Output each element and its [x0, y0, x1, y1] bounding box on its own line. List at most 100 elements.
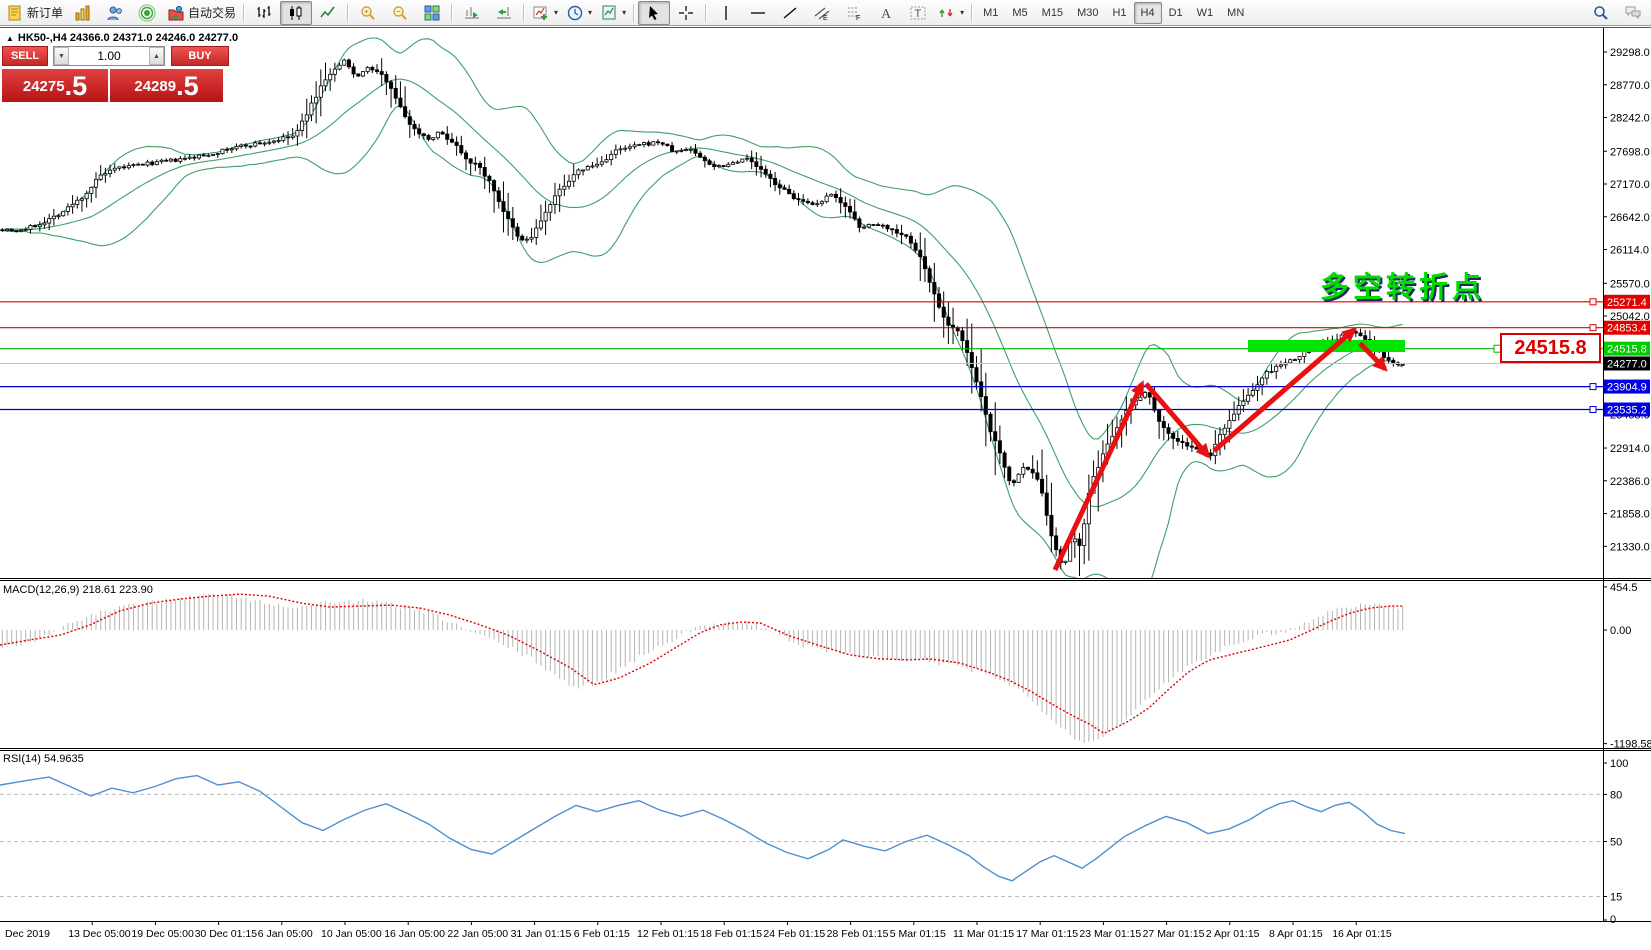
svg-text:25570.0: 25570.0: [1610, 278, 1650, 290]
search-icon: [1594, 5, 1608, 20]
trade-prices-row: 24275.5 24289.5: [2, 69, 230, 102]
svg-text:26642.0: 26642.0: [1610, 212, 1650, 224]
vline-button[interactable]: [710, 1, 742, 25]
search-button[interactable]: [1585, 1, 1617, 25]
time-axis[interactable]: Dec 2019 13 Dec 05:00 19 Dec 05:00 30 Dec 0…: [5, 922, 1392, 940]
buy-button[interactable]: BUY: [171, 46, 229, 66]
svg-text:6 Feb 01:15: 6 Feb 01:15: [574, 928, 630, 940]
new-order-button-label: 新订单: [27, 6, 64, 20]
bar-chart-icon: [257, 5, 271, 18]
candlestick-icon: [290, 5, 302, 20]
toolbar-separator: [451, 3, 454, 22]
trendline-icon: [783, 7, 797, 18]
label-button[interactable]: T: [902, 1, 934, 25]
svg-text:24277.0: 24277.0: [1607, 358, 1647, 370]
zoom-out-button[interactable]: [384, 1, 416, 25]
timeframe-button-mn[interactable]: MN: [1220, 2, 1251, 24]
crosshair-icon: [679, 5, 694, 20]
svg-text:6 Jan 05:00: 6 Jan 05:00: [258, 928, 313, 940]
sell-button[interactable]: SELL: [2, 46, 48, 66]
candles-layer: [0, 37, 1405, 578]
bar-chart-button[interactable]: [248, 1, 280, 25]
charts-button[interactable]: [67, 1, 99, 25]
trade-buttons-row: SELL ▼ 1.00 ▲ BUY: [2, 46, 230, 66]
cursor-icon: [649, 5, 659, 20]
line-chart-button[interactable]: [312, 1, 344, 25]
profiles-button[interactable]: [99, 1, 131, 25]
timeframe-button-m30[interactable]: M30: [1070, 2, 1105, 24]
svg-text:100: 100: [1610, 758, 1628, 770]
chart-shift-button[interactable]: [488, 1, 520, 25]
zoom-in-button[interactable]: [352, 1, 384, 25]
svg-text:-1198.58: -1198.58: [1610, 739, 1651, 751]
crosshair-button[interactable]: [670, 1, 702, 25]
svg-text:23904.9: 23904.9: [1607, 382, 1647, 394]
volume-down-icon[interactable]: ▼: [54, 47, 69, 65]
green-zone-rect[interactable]: [1248, 340, 1405, 352]
price-axis[interactable]: 29298.0 28770.0 28242.0 27698.0 27170.0 26642…: [1603, 47, 1650, 553]
svg-text:A: A: [881, 7, 892, 22]
price-callout-box[interactable]: 24515.8: [1500, 333, 1601, 363]
arrows-button[interactable]: ▾: [934, 1, 968, 25]
candlestick-button[interactable]: [280, 0, 313, 25]
horizontal-lines-layer[interactable]: [0, 298, 1603, 413]
sell-price-big: .5: [64, 71, 88, 101]
autotrading-icon: [168, 5, 184, 20]
text-icon: A: [881, 7, 892, 22]
tile-windows-button[interactable]: [416, 1, 448, 25]
timeframe-button-m15[interactable]: M15: [1035, 2, 1070, 24]
sell-price-panel[interactable]: 24275.5: [2, 69, 110, 102]
svg-text:8 Apr 01:15: 8 Apr 01:15: [1269, 928, 1323, 940]
new-order-icon: [8, 5, 21, 20]
svg-text:2 Apr 01:15: 2 Apr 01:15: [1206, 928, 1260, 940]
autotrading-button[interactable]: 自动交易: [163, 1, 240, 25]
symbol-header: ▲ HK50-,H4 24366.0 24371.0 24246.0 24277…: [6, 32, 238, 44]
trendline-button[interactable]: [774, 1, 806, 25]
chart-shift-icon: [497, 6, 512, 19]
timeframe-button-d1[interactable]: D1: [1162, 2, 1190, 24]
templates-button[interactable]: ▾: [596, 1, 630, 25]
buy-price-panel[interactable]: 24289.5: [110, 69, 223, 102]
svg-text:16 Apr 01:15: 16 Apr 01:15: [1332, 928, 1392, 940]
timeframe-button-m5[interactable]: M5: [1005, 2, 1034, 24]
timeframe-button-h1[interactable]: H1: [1105, 2, 1133, 24]
timeframe-button-m1[interactable]: M1: [976, 2, 1005, 24]
auto-scroll-button[interactable]: [456, 1, 488, 25]
cursor-button[interactable]: [638, 0, 671, 25]
indicators-icon: [533, 6, 548, 20]
text-button[interactable]: A: [870, 1, 902, 25]
timeframe-button-w1[interactable]: W1: [1190, 2, 1221, 24]
svg-text:80: 80: [1610, 789, 1622, 801]
svg-text:13 Dec 05:00: 13 Dec 05:00: [68, 928, 131, 940]
svg-text:11 Mar 01:15: 11 Mar 01:15: [953, 928, 1014, 940]
svg-text:24515.8: 24515.8: [1607, 344, 1647, 356]
svg-text:0: 0: [1610, 914, 1616, 926]
periods-button[interactable]: ▾: [562, 1, 596, 25]
hline-button[interactable]: [742, 1, 774, 25]
volume-stepper[interactable]: ▼ 1.00 ▲: [53, 46, 165, 66]
volume-up-icon[interactable]: ▲: [149, 47, 164, 65]
auto-scroll-icon: [465, 6, 480, 19]
templates-icon: [602, 5, 616, 19]
timeframe-button-h4[interactable]: H4: [1133, 1, 1162, 24]
symbol-ohlc-text: HK50-,H4 24366.0 24371.0 24246.0 24277.0: [17, 32, 239, 44]
chat-icon: [1625, 6, 1641, 19]
chevron-down-icon: ▾: [588, 8, 593, 17]
chat-button[interactable]: [1617, 1, 1649, 25]
toolbar-separator: [347, 3, 350, 22]
svg-text:F: F: [856, 15, 860, 22]
mt4-window: 新订单 自动交易 ▾ ▾ ▾ E F A T ▾ M1 M5 M15 M30 H1 H4 D1 W1 MN 2929…: [0, 0, 1651, 950]
svg-text:31 Jan 01:15: 31 Jan 01:15: [511, 928, 572, 940]
svg-text:27698.0: 27698.0: [1610, 146, 1650, 158]
fibonacci-button[interactable]: F: [838, 1, 870, 25]
toolbar-separator: [633, 3, 636, 22]
autotrading-button-label: 自动交易: [188, 6, 237, 20]
indicators-button[interactable]: ▾: [528, 1, 562, 25]
svg-text:23 Mar 01:15: 23 Mar 01:15: [1079, 928, 1141, 940]
tile-windows-icon: [424, 5, 440, 20]
channel-button[interactable]: E: [806, 1, 838, 25]
volume-value[interactable]: 1.00: [69, 47, 149, 65]
market-watch-button[interactable]: [131, 1, 163, 25]
new-order-button[interactable]: 新订单: [2, 1, 67, 25]
main-toolbar: 新订单 自动交易 ▾ ▾ ▾ E F A T ▾ M1 M5 M15 M30 H1 H4 D1 W1 MN: [0, 0, 1651, 26]
